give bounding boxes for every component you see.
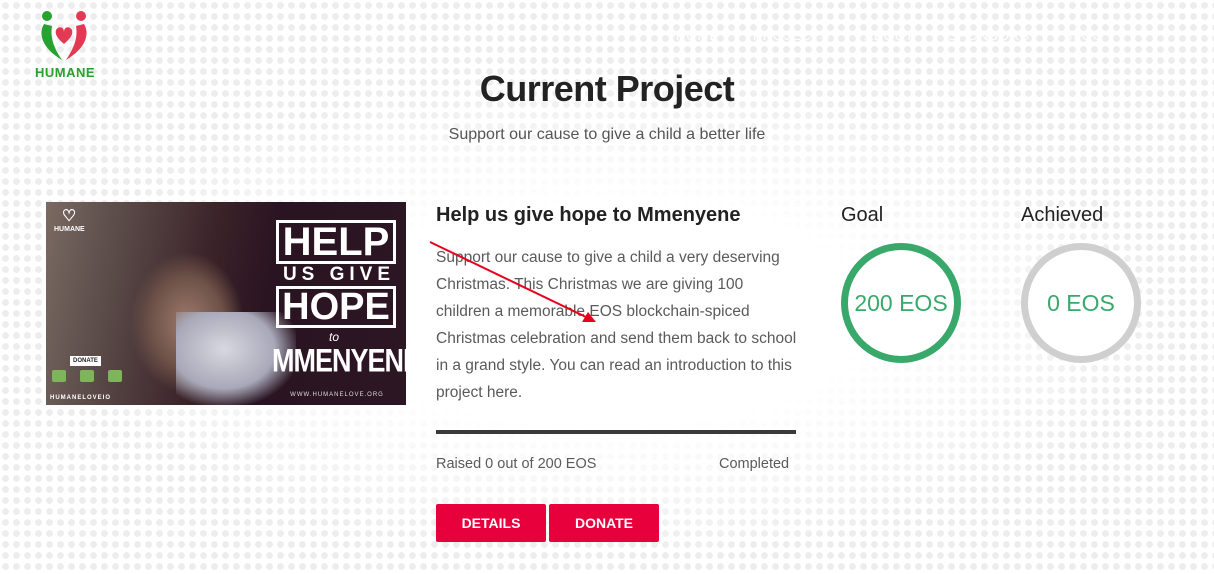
donate-button[interactable]: DONATE [549,504,659,542]
image-logo: ♡ HUMANE [54,208,85,233]
heart-icon: ♡ [61,208,77,225]
nav-item-sponsors[interactable]: SPONSORS [948,28,1030,43]
top-nav: HOME PROJECTS ABOUT SPONSORS BLOG [676,28,1104,43]
goal-ring: 200 EOS [841,243,961,363]
sponsor-logo-icon [52,370,66,382]
achieved-label: Achieved [1021,204,1104,226]
sponsor-logo-icon [80,370,94,382]
funding-progress-bar [436,430,796,434]
nav-item-blog[interactable]: BLOG [1064,28,1104,43]
image-to-text: to [328,330,339,344]
image-url-text: WWW.HUMANELOVE.ORG [290,392,384,398]
page-title: Current Project [479,68,735,109]
image-logo-text: HUMANE [54,226,85,233]
project-status: Completed [719,456,790,472]
project-image[interactable]: ♡ HUMANE HELP US GIVE HOPE to MMENYENE W… [46,202,406,405]
goal-label: Goal [841,204,884,226]
image-handle-text: HUMANELOVEIO [50,395,112,401]
image-hope-text: HOPE [276,286,396,328]
goal-value: 200 EOS [854,289,948,316]
image-sponsor-logos [52,370,122,382]
nav-item-projects[interactable]: PROJECTS [753,28,830,43]
page-subtitle: Support our cause to give a child a bett… [448,126,766,143]
image-help-text: HELP [276,220,396,264]
achieved-value: 0 EOS [1047,289,1115,316]
image-donate-badge: DONATE [70,356,101,366]
achieved-ring: 0 EOS [1021,243,1141,363]
image-name-text: MMENYENE [272,342,406,379]
sponsor-logo-icon [108,370,122,382]
details-button[interactable]: DETAILS [436,504,546,542]
image-usgive-text: US GIVE [282,264,396,285]
nav-item-home[interactable]: HOME [676,28,719,43]
nav-item-about[interactable]: ABOUT [864,28,914,43]
humane-logo-icon [41,11,87,60]
project-title: Help us give hope to Mmenyene [436,204,741,226]
project-description: Support our cause to give a child a very… [436,249,797,401]
raised-amount: Raised 0 out of 200 EOS [436,456,597,472]
